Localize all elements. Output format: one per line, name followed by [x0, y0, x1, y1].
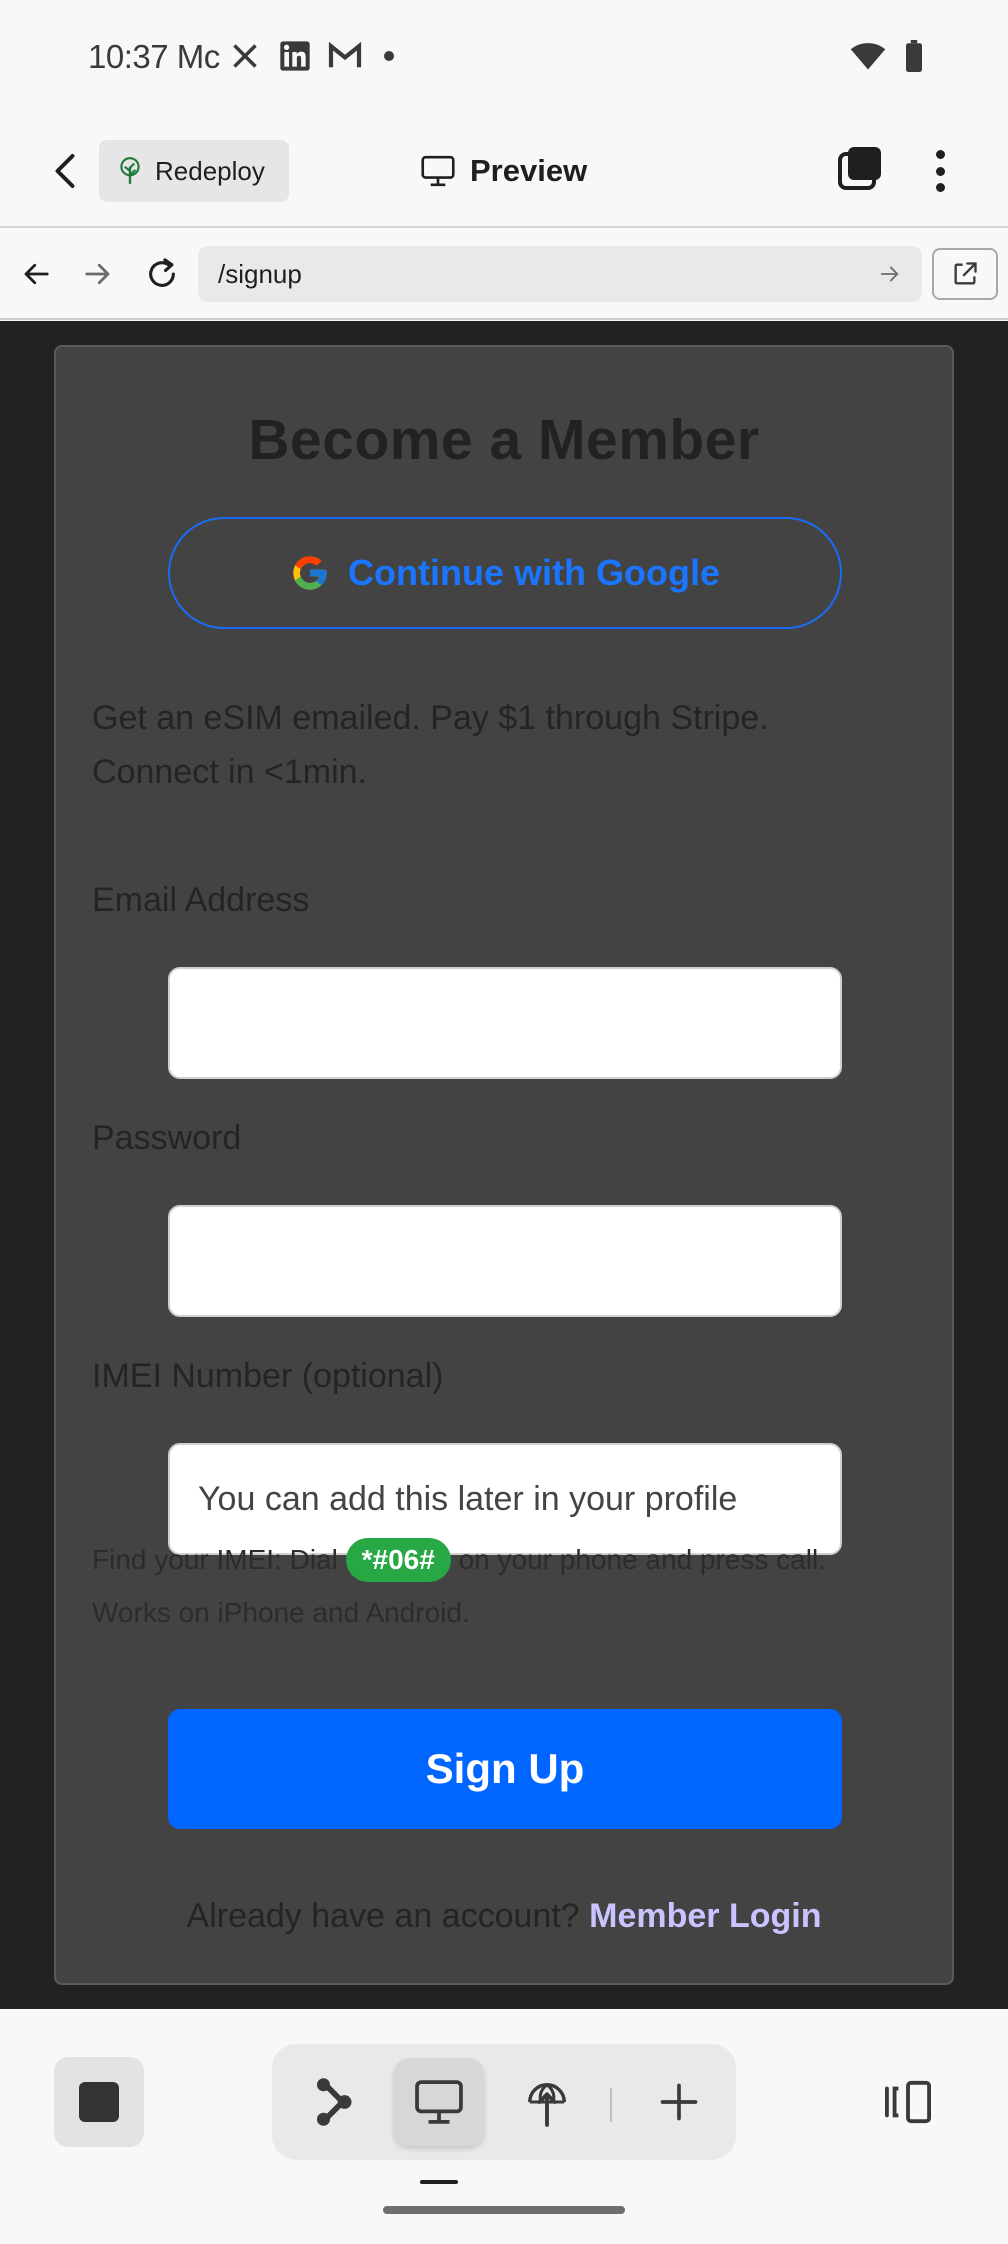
graph-nodes-icon [316, 2078, 352, 2126]
more-dot-icon [935, 166, 945, 176]
status-right-icons [850, 40, 924, 77]
arrow-right-icon [85, 263, 110, 285]
tabs-button[interactable] [836, 144, 886, 194]
tool-group [272, 2044, 736, 2160]
status-bar: 10:37 Mc [0, 0, 1008, 116]
email-label: Email Address [92, 881, 310, 919]
panel-toggle-button[interactable] [878, 2072, 938, 2132]
carrier-fragment: Mc [176, 38, 221, 75]
password-label: Password [92, 1119, 242, 1157]
url-bar: /signup [0, 230, 1008, 320]
tabs-icon [838, 147, 881, 190]
chevron-left-icon [55, 154, 75, 188]
app-bar: Redeploy Preview [0, 116, 1008, 228]
more-dot-icon [935, 150, 945, 159]
url-field[interactable]: /signup [198, 246, 922, 302]
tool-separator [610, 2088, 612, 2122]
battery-icon [904, 40, 924, 77]
stop-button[interactable] [54, 2057, 144, 2147]
x-icon [228, 40, 262, 72]
monitor-icon [421, 155, 455, 187]
redeploy-label: Redeploy [155, 155, 265, 186]
signup-card: Become a Member Continue with Google Get… [54, 345, 954, 1985]
tree-icon [120, 157, 140, 184]
imei-label: IMEI Number (optional) [92, 1357, 444, 1395]
side-panel-icon [885, 2080, 931, 2124]
page-title: Become a Member [248, 408, 760, 472]
browser-back-button[interactable] [12, 250, 60, 298]
deploy-tool-button[interactable] [502, 2058, 592, 2146]
more-dot-icon [935, 183, 945, 192]
login-prompt: Already have an account? Member Login [186, 1897, 822, 1935]
reload-button[interactable] [138, 250, 186, 298]
globe-arrow-icon [528, 2083, 566, 2127]
notification-icons [228, 40, 394, 72]
redeploy-button[interactable]: Redeploy [99, 140, 289, 202]
more-options-button[interactable] [920, 144, 960, 198]
email-field[interactable] [168, 967, 842, 1079]
back-button[interactable] [40, 146, 90, 196]
active-tab-indicator [420, 2180, 458, 2184]
imei-hint: Find your IMEI: Dial *#06# on your phone… [92, 1533, 952, 1639]
home-indicator[interactable] [383, 2206, 625, 2214]
plus-icon [660, 2083, 698, 2121]
url-text: /signup [218, 258, 302, 289]
go-button[interactable] [874, 258, 906, 290]
monitor-icon [415, 2080, 463, 2124]
reload-icon [149, 258, 175, 287]
preview-title: Preview [420, 146, 587, 196]
gmail-icon [328, 40, 362, 72]
graph-tool-button[interactable] [290, 2058, 380, 2146]
go-arrow-icon [880, 266, 899, 282]
arrow-left-icon [24, 263, 49, 285]
google-icon [293, 556, 327, 590]
status-time: 10:37 Mc [88, 38, 221, 75]
stop-icon [79, 2082, 119, 2122]
add-tool-button[interactable] [634, 2058, 724, 2146]
member-login-link[interactable]: Member Login [589, 1897, 821, 1935]
wifi-icon [850, 41, 886, 76]
sign-up-button[interactable]: Sign Up [168, 1709, 842, 1829]
web-preview: Become a Member Continue with Google Get… [0, 321, 1008, 2009]
more-notifications-dot [384, 51, 394, 61]
preview-title-text: Preview [470, 153, 588, 188]
imei-code-badge: *#06# [345, 1538, 451, 1582]
password-field[interactable] [168, 1205, 842, 1317]
open-external-button[interactable] [932, 248, 998, 300]
intro-text: Get an eSIM emailed. Pay $1 through Stri… [92, 699, 769, 791]
external-link-icon [954, 262, 977, 285]
continue-with-google-button[interactable]: Continue with Google [168, 517, 842, 629]
browser-forward-button[interactable] [74, 250, 122, 298]
linkedin-icon [278, 40, 312, 72]
preview-tool-button[interactable] [394, 2058, 484, 2146]
google-button-label: Continue with Google [348, 552, 720, 593]
